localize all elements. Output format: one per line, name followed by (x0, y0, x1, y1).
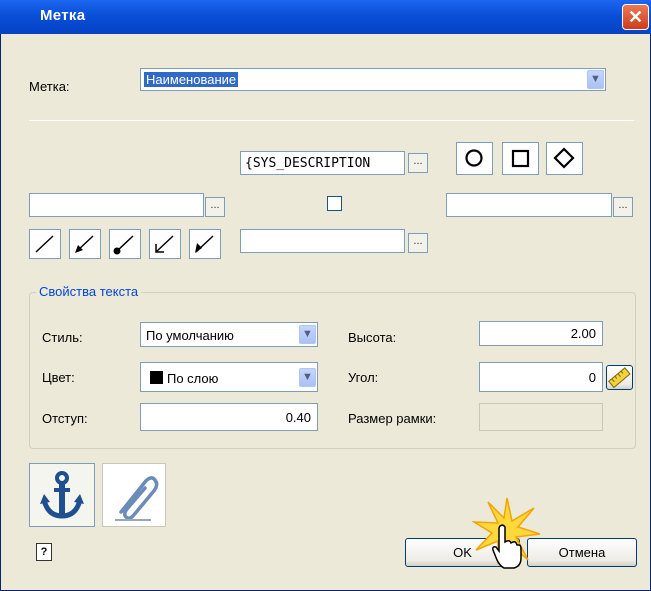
arrow-open-button[interactable] (69, 229, 101, 259)
height-label: Высота: (348, 330, 397, 345)
cancel-label: Отмена (558, 545, 606, 560)
frame-checkbox[interactable] (327, 196, 342, 211)
frame-size-label: Размер рамки: (348, 411, 437, 426)
label-combo-value: Наименование (144, 72, 239, 87)
color-label: Цвет: (42, 370, 75, 385)
circle-frame-button[interactable] (456, 142, 493, 175)
chevron-down-icon[interactable]: ▼ (299, 368, 316, 387)
label-combo[interactable]: Наименование ▼ (140, 68, 606, 91)
height-value: 2.00 (570, 326, 596, 341)
circle-icon (465, 149, 483, 167)
label-caption: Метка: (29, 79, 70, 94)
chevron-down-icon[interactable]: ▼ (299, 325, 316, 344)
diamond-frame-button[interactable] (546, 142, 583, 175)
color-swatch (150, 371, 163, 384)
thin-arrow-icon (155, 235, 174, 253)
style-combo[interactable]: По умолчанию ▼ (140, 322, 318, 347)
leader-text-browse-button[interactable]: ... (408, 153, 428, 173)
dot-arrow-icon (113, 235, 134, 255)
frame-size-field (479, 403, 603, 431)
anchor-icon (40, 471, 84, 519)
leader-text-value: {SYS_DESCRIPTION (245, 156, 371, 171)
title-bar[interactable]: Метка ✕ (0, 0, 651, 34)
diamond-icon (553, 147, 575, 169)
right-browse-button[interactable]: ... (613, 197, 633, 217)
left-browse-button[interactable]: ... (205, 197, 225, 217)
style-label: Стиль: (42, 330, 83, 345)
offset-value: 0.40 (285, 410, 311, 425)
group-title: Свойства текста (36, 284, 142, 299)
color-combo[interactable]: По слою ▼ (140, 362, 318, 392)
angle-label: Угол: (348, 370, 379, 385)
angle-value: 0 (588, 370, 596, 385)
color-combo-value: По слою (167, 371, 219, 386)
center-text-field[interactable] (240, 229, 405, 253)
leader-text-field[interactable]: {SYS_DESCRIPTION (240, 151, 405, 175)
ruler-icon (608, 367, 631, 389)
hand-cursor-icon (492, 524, 522, 569)
window-title: Метка (40, 7, 86, 24)
style-combo-value: По умолчанию (146, 328, 234, 343)
square-frame-button[interactable] (502, 142, 539, 175)
square-icon (511, 149, 530, 168)
height-field[interactable]: 2.00 (479, 321, 603, 346)
pick-angle-button[interactable] (606, 365, 633, 390)
offset-label: Отступ: (42, 411, 88, 426)
separator (29, 120, 634, 121)
right-text-field[interactable] (446, 193, 612, 217)
close-button[interactable]: ✕ (622, 4, 649, 30)
offset-field[interactable]: 0.40 (140, 403, 318, 431)
attach-clip-button[interactable] (102, 463, 166, 527)
paperclip-icon (115, 476, 159, 521)
help-icon[interactable]: ? (36, 543, 52, 561)
arrow-icon (75, 235, 94, 253)
chevron-down-icon[interactable]: ▼ (587, 70, 604, 89)
left-text-field[interactable] (29, 193, 204, 217)
arrow-dot-button[interactable] (109, 229, 141, 259)
arrow-tick-button[interactable] (189, 229, 221, 259)
line-icon (35, 235, 54, 253)
arrow-none-button[interactable] (29, 229, 61, 259)
attach-anchor-button[interactable] (29, 463, 95, 527)
arrow-thin-button[interactable] (149, 229, 181, 259)
tick-arrow-icon (195, 235, 214, 253)
angle-field[interactable]: 0 (479, 362, 603, 392)
cancel-button[interactable]: Отмена (527, 538, 637, 567)
ok-label: OK (453, 545, 472, 560)
center-browse-button[interactable]: ... (408, 233, 428, 253)
